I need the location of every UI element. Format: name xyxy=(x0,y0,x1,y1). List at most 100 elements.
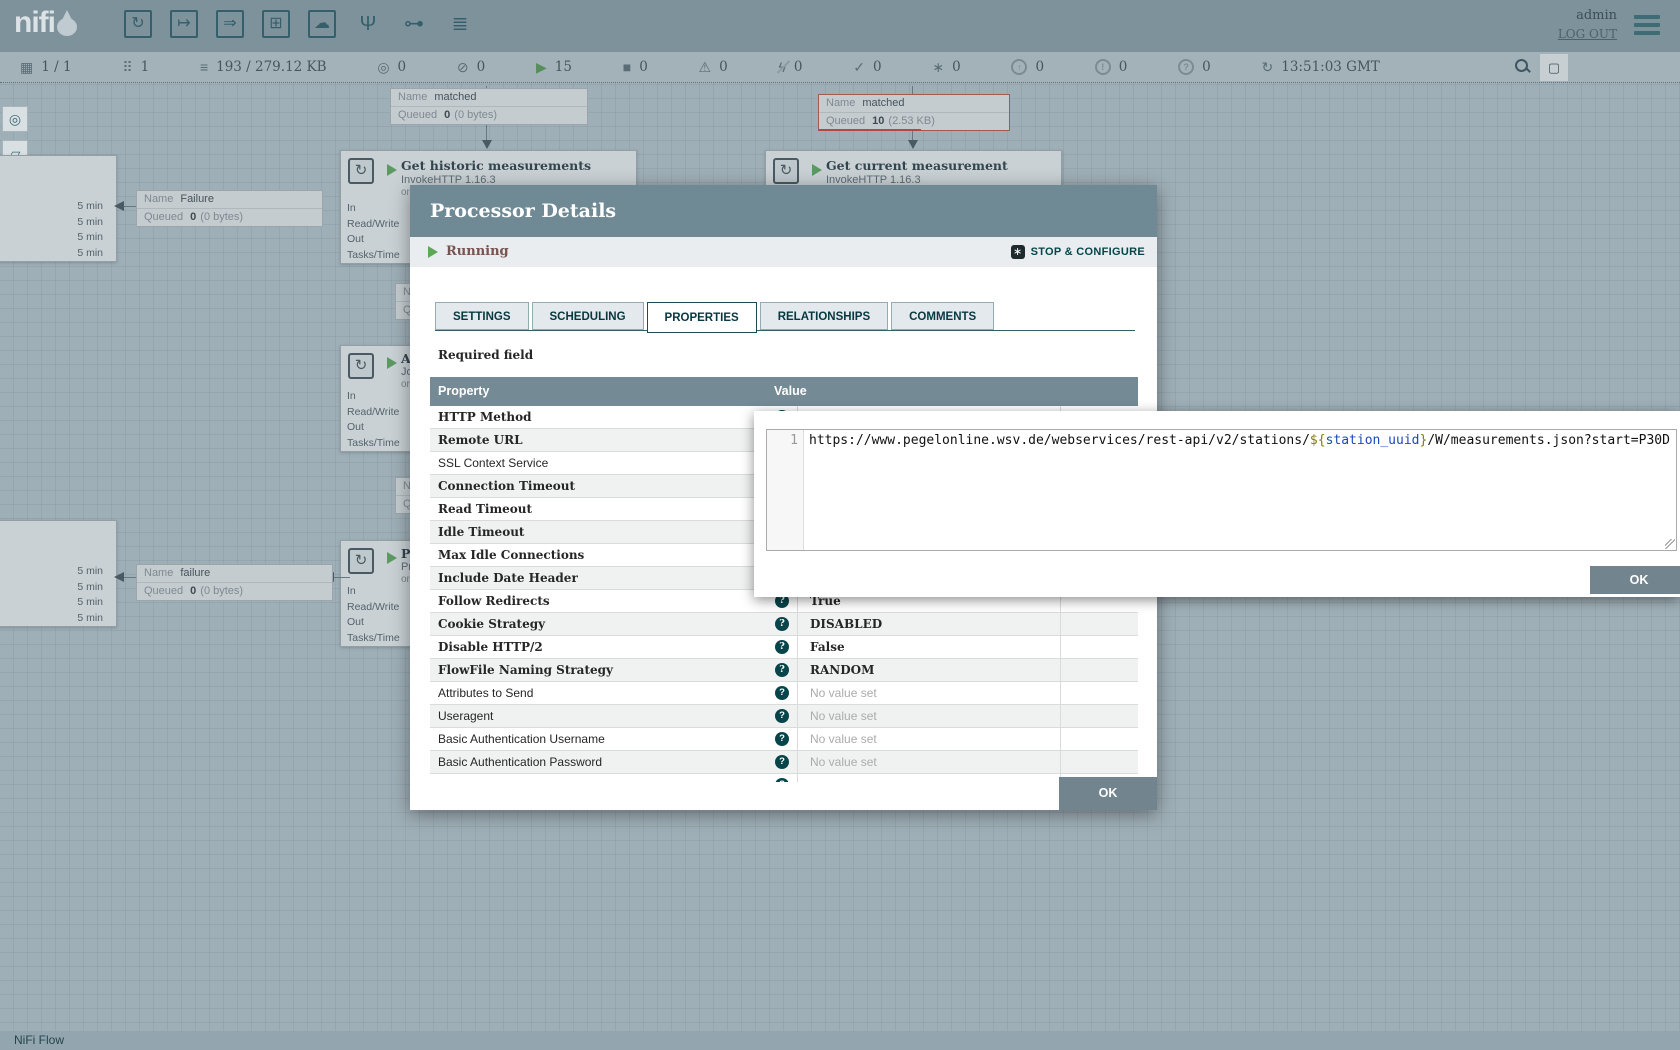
processor-type-icon: ↻ xyxy=(773,158,799,184)
tab-relationships[interactable]: RELATIONSHIPS xyxy=(760,302,888,330)
active-threads-count: 1 xyxy=(141,59,150,75)
queued-count: 10 xyxy=(872,115,884,127)
help-icon[interactable]: ? xyxy=(775,640,789,654)
panel-toggle-button[interactable]: ▢ xyxy=(1540,54,1568,81)
property-value[interactable]: False xyxy=(797,636,1060,658)
running-icon xyxy=(812,164,822,176)
refresh-icon[interactable]: ↻ xyxy=(1262,59,1274,76)
label-icon[interactable]: ≣ xyxy=(446,10,474,38)
stat-label-readwrite: Read/Write xyxy=(347,217,399,233)
tab-settings[interactable]: SETTINGS xyxy=(435,302,529,330)
help-icon[interactable]: ? xyxy=(775,686,789,700)
help-icon[interactable]: ? xyxy=(775,755,789,769)
disabled-components-icon: ϟ xyxy=(778,59,785,75)
connection-arrow-left-icon xyxy=(114,572,124,582)
input-port-icon[interactable]: ↦ xyxy=(170,10,198,38)
row-filler xyxy=(1060,705,1138,727)
username-label: admin xyxy=(1558,8,1617,23)
line-number: 1 xyxy=(790,433,798,448)
row-filler xyxy=(1060,613,1138,635)
connection-label-failure-upper[interactable]: NameFailure Queued0(0 bytes) xyxy=(136,190,323,227)
processor-clipped-left-lower[interactable]: 5 min 5 min 5 min 5 min xyxy=(0,520,117,627)
template-icon[interactable]: ⊶ xyxy=(400,10,428,38)
locally-modified-stale-versioned-count: 0 xyxy=(1119,59,1128,75)
logout-link[interactable]: LOG OUT xyxy=(1558,27,1617,41)
popup-ok-button[interactable]: OK xyxy=(1590,566,1680,594)
queued-size: (2.53 KB) xyxy=(888,115,934,127)
stat-label-out: Out xyxy=(347,420,364,436)
property-value[interactable]: No value set xyxy=(797,751,1060,773)
navigate-icon: ◎ xyxy=(9,111,21,127)
editor-gutter: 1 xyxy=(767,430,804,550)
property-value[interactable]: RANDOM xyxy=(797,659,1060,681)
processor-icon[interactable]: ↻ xyxy=(124,10,152,38)
not-transmitting-remote-groups-icon: ⊘ xyxy=(457,59,469,76)
editor-code-line[interactable]: https://www.pegelonline.wsv.de/webservic… xyxy=(809,433,1674,448)
stat-label-taskstime: Tasks/Time xyxy=(347,436,400,452)
property-name: Disable HTTP/2? xyxy=(430,636,797,658)
property-name: Basic Authentication Username? xyxy=(430,728,797,750)
tab-properties[interactable]: PROPERTIES xyxy=(647,302,757,333)
sync-failure-versioned-icon: ? xyxy=(1178,59,1194,75)
connection-label-failure-lower[interactable]: Namefailure Queued0(0 bytes) xyxy=(136,564,333,601)
queued-size: (0 bytes) xyxy=(200,211,243,223)
component-toolbar: ↻ ↦ ⇒ ⊞ ☁ Ψ ⊶ ≣ xyxy=(124,10,474,38)
property-value[interactable]: No value set xyxy=(797,705,1060,727)
invalid-components-count: 0 xyxy=(719,59,728,75)
connection-arrow-down-icon xyxy=(908,140,918,149)
breadcrumb[interactable]: NiFi Flow xyxy=(14,1031,64,1050)
stat-5min: 5 min xyxy=(77,595,103,611)
property-value[interactable]: DISABLED xyxy=(797,613,1060,635)
stat-5min: 5 min xyxy=(77,199,103,215)
connection-label-matched-top[interactable]: Namematched Queued0(0 bytes) xyxy=(390,88,588,125)
status-total-queued: ≡193 / 279.12 KB xyxy=(200,59,327,75)
navigate-palette-button[interactable]: ◎ xyxy=(2,106,28,132)
property-row-clipped: ? xyxy=(430,774,1138,782)
column-header-value: Value xyxy=(774,377,807,406)
clustered-nodes-count: 1 / 1 xyxy=(41,59,71,75)
global-menu-icon[interactable] xyxy=(1634,15,1660,39)
stat-5min: 5 min xyxy=(77,230,103,246)
tab-comments[interactable]: COMMENTS xyxy=(891,302,994,330)
tab-scheduling[interactable]: SCHEDULING xyxy=(532,302,644,330)
output-port-icon[interactable]: ⇒ xyxy=(216,10,244,38)
help-icon[interactable]: ? xyxy=(775,732,789,746)
refresh-time: 13:51:03 GMT xyxy=(1281,59,1380,75)
remote-process-group-icon[interactable]: ☁ xyxy=(308,10,336,38)
property-value[interactable]: No value set xyxy=(797,682,1060,704)
row-filler xyxy=(1060,728,1138,750)
up-to-date-versioned-count: 0 xyxy=(873,59,882,75)
stop-and-configure-button[interactable]: ∗ STOP & CONFIGURE xyxy=(1011,237,1145,267)
stat-5min: 5 min xyxy=(77,580,103,596)
property-name: Idle Timeout? xyxy=(430,521,797,543)
property-name: Include Date Header? xyxy=(430,567,797,589)
row-filler xyxy=(1060,682,1138,704)
connection-label-matched-selected[interactable]: Namematched Queued10(2.53 KB) xyxy=(818,94,1010,131)
funnel-icon[interactable]: Ψ xyxy=(354,10,382,38)
stop-configure-label: STOP & CONFIGURE xyxy=(1031,246,1145,258)
stale-versioned-count: 0 xyxy=(1035,59,1044,75)
sync-failure-versioned-count: 0 xyxy=(1202,59,1211,75)
locally-modified-versioned-icon: ∗ xyxy=(932,59,944,76)
property-value[interactable]: No value set xyxy=(797,728,1060,750)
property-value[interactable] xyxy=(797,774,1060,782)
resize-grip-icon[interactable] xyxy=(1665,539,1675,549)
processor-clipped-left-upper[interactable]: 5 min 5 min 5 min 5 min xyxy=(0,155,117,262)
help-icon[interactable]: ? xyxy=(775,778,789,782)
row-filler xyxy=(1060,751,1138,773)
queued-count: 0 xyxy=(190,585,196,597)
connection-name-value: matched xyxy=(862,97,904,109)
help-icon[interactable]: ? xyxy=(775,663,789,677)
selected-connection-underline xyxy=(819,129,921,131)
transmitting-remote-groups-icon: ◎ xyxy=(377,59,389,76)
help-icon[interactable]: ? xyxy=(775,709,789,723)
status-transmitting-remote-groups: ◎0 xyxy=(377,59,406,76)
process-group-icon[interactable]: ⊞ xyxy=(262,10,290,38)
search-icon[interactable] xyxy=(1515,59,1530,74)
property-value-editor[interactable]: 1 https://www.pegelonline.wsv.de/webserv… xyxy=(766,429,1677,551)
value-editor-popup: 1 https://www.pegelonline.wsv.de/webserv… xyxy=(754,411,1680,597)
dialog-ok-button[interactable]: OK xyxy=(1059,777,1157,810)
property-name: Basic Authentication Password? xyxy=(430,751,797,773)
help-icon[interactable]: ? xyxy=(775,617,789,631)
status-stopped-components: ■0 xyxy=(623,59,648,75)
